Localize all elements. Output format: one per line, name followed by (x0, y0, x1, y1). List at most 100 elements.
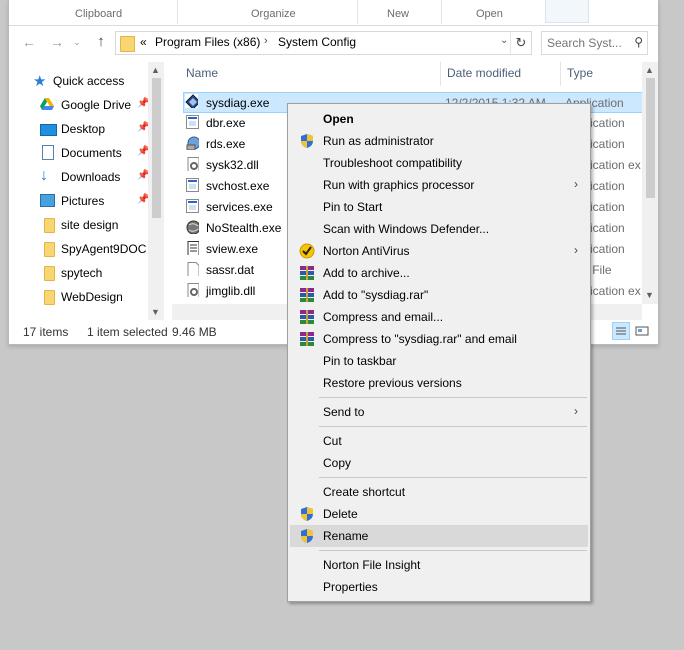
menu-item-add-to-rar[interactable]: Add to "sysdiag.rar" (290, 284, 588, 306)
nav-item-documents[interactable]: Documents 📌 (9, 142, 149, 164)
uac-shield-icon (301, 134, 313, 148)
nav-item-webdesign[interactable]: WebDesign (9, 286, 149, 308)
back-arrow-icon[interactable]: ← (20, 33, 38, 51)
column-divider[interactable] (440, 62, 441, 86)
menu-item-open[interactable]: Open (290, 108, 588, 130)
application-icon (186, 115, 199, 129)
scroll-up-icon[interactable]: ▲ (151, 65, 160, 75)
menu-item-cut[interactable]: Cut (290, 430, 588, 452)
large-icons-view-button[interactable] (633, 322, 651, 340)
ribbon-group-open: Open (476, 8, 503, 20)
menu-item-run-as-administrator[interactable]: Run as administrator (290, 130, 588, 152)
recent-locations-chevron-icon[interactable]: ⌄ (68, 33, 86, 51)
nav-item-spytech[interactable]: spytech (9, 262, 149, 284)
pictures-icon (40, 194, 55, 207)
google-drive-icon (40, 98, 54, 110)
file-list-scrollbar[interactable]: ▲ ▼ (642, 62, 658, 304)
ribbon-select-button[interactable] (545, 0, 589, 23)
file-name: dbr.exe (206, 116, 246, 130)
uac-shield-icon (301, 507, 313, 521)
menu-item-pin-to-taskbar[interactable]: Pin to taskbar (290, 350, 588, 372)
scrollbar-thumb[interactable] (152, 78, 161, 218)
column-header-name[interactable]: Name (186, 66, 218, 80)
nav-item-desktop[interactable]: Desktop 📌 (9, 118, 149, 140)
menu-item-label: Pin to Start (323, 200, 383, 214)
nav-item-label: SpyAgent9DOC (61, 242, 147, 256)
nav-item-downloads[interactable]: ↓ Downloads 📌 (9, 166, 149, 188)
menu-item-label: Pin to taskbar (323, 354, 397, 368)
file-name: sview.exe (206, 242, 259, 256)
forward-arrow-icon[interactable]: → (48, 33, 66, 51)
menu-item-scan-with-windows-defender[interactable]: Scan with Windows Defender... (290, 218, 588, 240)
nav-item-google-drive[interactable]: Google Drive 📌 (9, 94, 149, 116)
breadcrumb-program-files[interactable]: Program Files (x86) (155, 35, 260, 49)
file-name: services.exe (206, 200, 273, 214)
selection-size: 9.46 MB (172, 325, 217, 339)
diamond-exe-icon (185, 94, 198, 108)
menu-item-send-to[interactable]: Send to › (290, 401, 588, 423)
menu-item-run-with-graphics-processor[interactable]: Run with graphics processor › (290, 174, 588, 196)
refresh-icon[interactable]: ↻ (510, 32, 531, 54)
breadcrumb-overflow[interactable]: « (140, 35, 147, 49)
menu-item-add-to-archive[interactable]: Add to archive... (290, 262, 588, 284)
scroll-up-icon[interactable]: ▲ (645, 65, 654, 75)
context-menu: Open Run as administrator Troubleshoot c… (287, 103, 591, 602)
menu-item-compress-to-rar-and-email[interactable]: Compress to "sysdiag.rar" and email (290, 328, 588, 350)
menu-item-create-shortcut[interactable]: Create shortcut (290, 481, 588, 503)
nav-item-spyagent9doc[interactable]: SpyAgent9DOC (9, 238, 149, 260)
breadcrumb-separator-icon[interactable]: › (264, 35, 268, 47)
uac-shield-icon (301, 529, 313, 543)
rds-globe-icon (186, 136, 199, 150)
details-view-button[interactable] (612, 322, 630, 340)
address-bar[interactable]: « Program Files (x86) › System Config ⌄ … (115, 31, 532, 55)
folder-icon (44, 242, 55, 257)
column-header-date-modified[interactable]: Date modified (447, 66, 521, 80)
address-dropdown-icon[interactable]: ⌄ (500, 35, 508, 46)
nav-item-site-design[interactable]: site design (9, 214, 149, 236)
menu-item-properties[interactable]: Properties (290, 576, 588, 598)
menu-item-label: Scan with Windows Defender... (323, 222, 490, 236)
menu-item-label: Run with graphics processor (323, 178, 475, 192)
scroll-down-icon[interactable]: ▼ (151, 307, 160, 317)
search-icon: ⚲ (634, 35, 643, 49)
scrollbar-thumb[interactable] (646, 78, 655, 198)
search-input[interactable] (547, 35, 627, 50)
up-arrow-icon[interactable]: ↑ (92, 33, 110, 51)
ribbon: Clipboard Organize New Open (9, 0, 658, 26)
breadcrumb-system-config[interactable]: System Config (278, 35, 356, 49)
menu-item-compress-and-email[interactable]: Compress and email... (290, 306, 588, 328)
search-box[interactable]: ⚲ (541, 31, 648, 55)
nav-item-label: Quick access (53, 74, 125, 88)
menu-item-label: Send to (323, 405, 365, 419)
menu-item-norton-antivirus[interactable]: Norton AntiVirus › (290, 240, 588, 262)
nav-item-quick-access[interactable]: ★ Quick access (9, 70, 149, 92)
ribbon-group-new: New (387, 8, 410, 20)
details-view-icon (616, 327, 626, 335)
winrar-icon (300, 266, 314, 280)
menu-item-label: Compress to "sysdiag.rar" and email (323, 332, 517, 346)
selection-info: 1 item selected (87, 325, 168, 339)
menu-item-copy[interactable]: Copy (290, 452, 588, 474)
nav-pane-scrollbar[interactable]: ▲ ▼ (148, 62, 164, 320)
scroll-down-icon[interactable]: ▼ (645, 290, 654, 300)
submenu-arrow-icon: › (574, 243, 578, 257)
nav-item-label: Google Drive (61, 98, 132, 112)
nav-item-pictures[interactable]: Pictures 📌 (9, 190, 149, 212)
menu-item-label: Properties (323, 580, 378, 594)
winrar-icon (300, 332, 314, 346)
menu-separator (319, 397, 587, 398)
menu-item-troubleshoot-compatibility[interactable]: Troubleshoot compatibility (290, 152, 588, 174)
winrar-icon (300, 288, 314, 302)
menu-separator (319, 550, 587, 551)
column-header-type[interactable]: Type (567, 66, 593, 80)
menu-item-label: Add to archive... (323, 266, 410, 280)
menu-item-pin-to-start[interactable]: Pin to Start (290, 196, 588, 218)
downloads-icon: ↓ (40, 167, 48, 184)
menu-item-restore-previous-versions[interactable]: Restore previous versions (290, 372, 588, 394)
menu-item-norton-file-insight[interactable]: Norton File Insight (290, 554, 588, 576)
item-count: 17 items (23, 325, 69, 339)
menu-item-rename[interactable]: Rename (290, 525, 588, 547)
menu-item-delete[interactable]: Delete (290, 503, 588, 525)
column-divider[interactable] (560, 62, 561, 86)
menu-item-label: Troubleshoot compatibility (323, 156, 462, 170)
